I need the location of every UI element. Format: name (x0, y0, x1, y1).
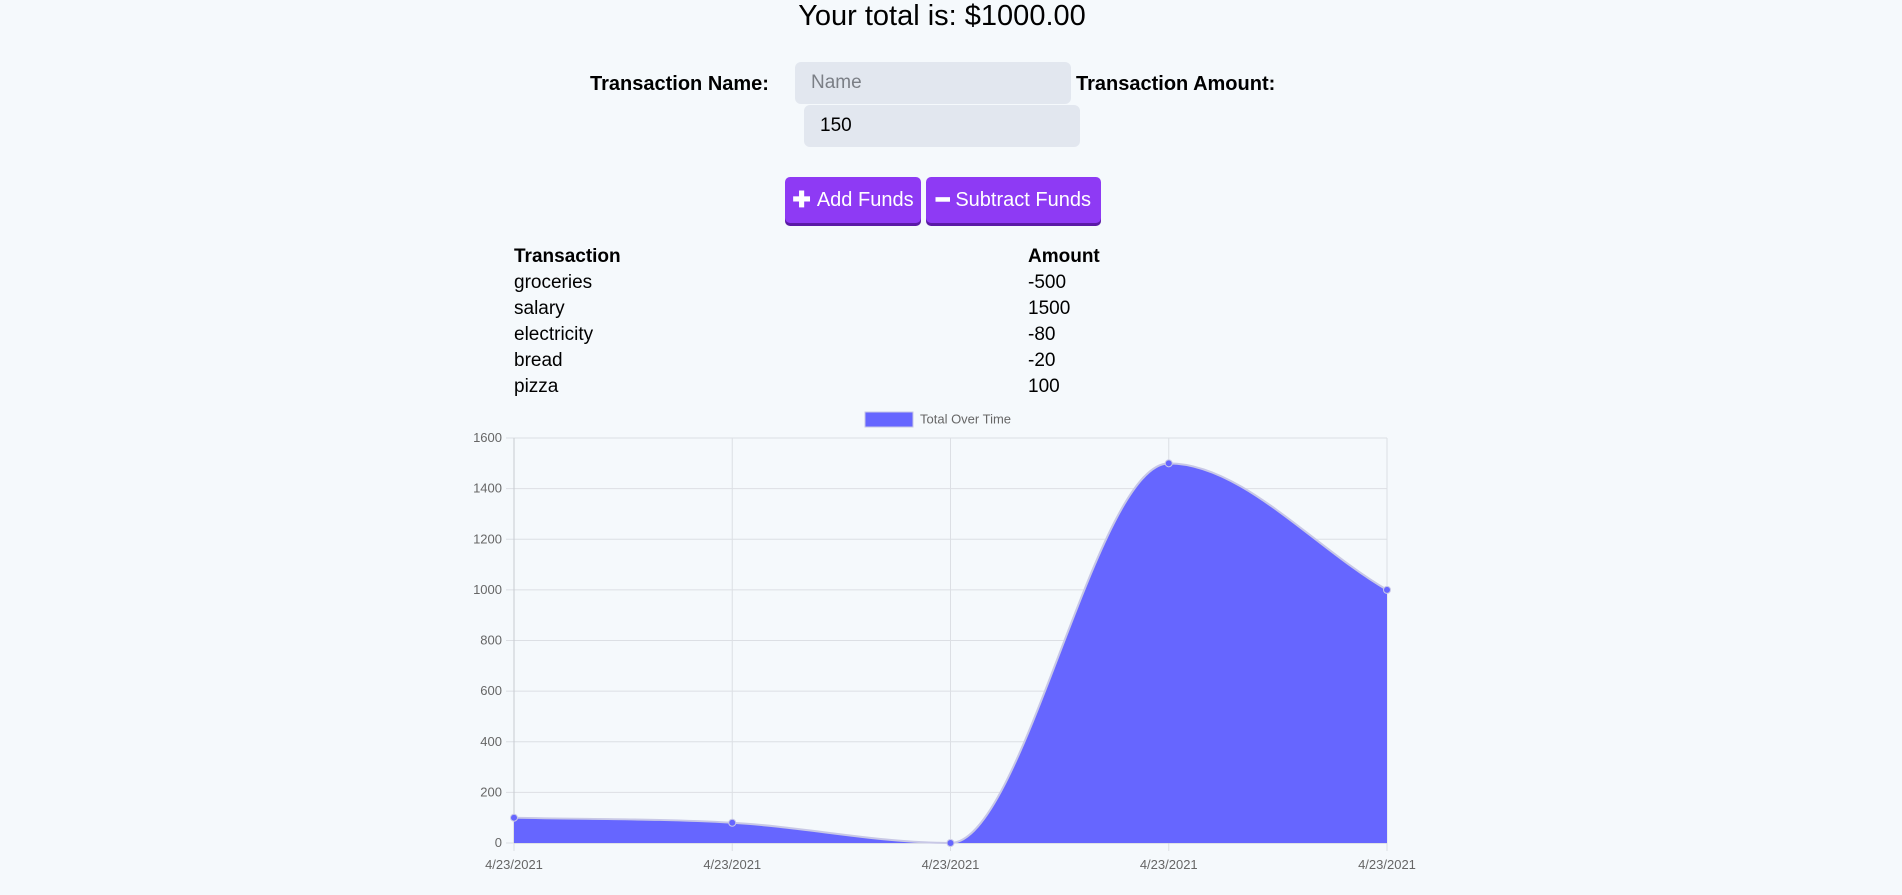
y-tick-label: 400 (480, 734, 502, 749)
data-point (946, 839, 955, 847)
x-tick-label: 4/23/2021 (922, 857, 980, 872)
y-tick-label: 1400 (473, 481, 502, 496)
y-tick-label: 200 (480, 784, 502, 799)
y-tick-label: 800 (480, 633, 502, 648)
data-point (728, 818, 737, 827)
x-tick-label: 4/23/2021 (703, 857, 761, 872)
total-over-time-chart: 02004006008001000120014001600 4/23/2021 4… (473, 411, 1416, 872)
y-axis-ticks: 0 200 400 600 800 1000 1200 1400 1600 (473, 430, 502, 850)
y-tick-label: 1600 (473, 430, 502, 445)
data-point (510, 813, 518, 822)
x-axis-ticks: 4/23/2021 4/23/2021 4/23/2021 4/23/2021 4/23… (485, 857, 1416, 872)
x-tick-label: 4/23/2021 (1358, 857, 1416, 872)
data-point (1164, 459, 1173, 468)
data-point (1383, 585, 1391, 594)
y-tick-label: 1000 (473, 582, 502, 597)
y-tick-label: 1200 (473, 531, 502, 546)
y-tick-label: 600 (480, 683, 502, 698)
x-tick-label: 4/23/2021 (485, 857, 543, 872)
legend-label: Total Over Time (920, 412, 1011, 427)
x-tick-label: 4/23/2021 (1140, 857, 1198, 872)
legend-swatch (864, 411, 914, 428)
y-tick-label: 0 (495, 835, 502, 850)
chart-legend: Total Over Time (864, 411, 1011, 428)
